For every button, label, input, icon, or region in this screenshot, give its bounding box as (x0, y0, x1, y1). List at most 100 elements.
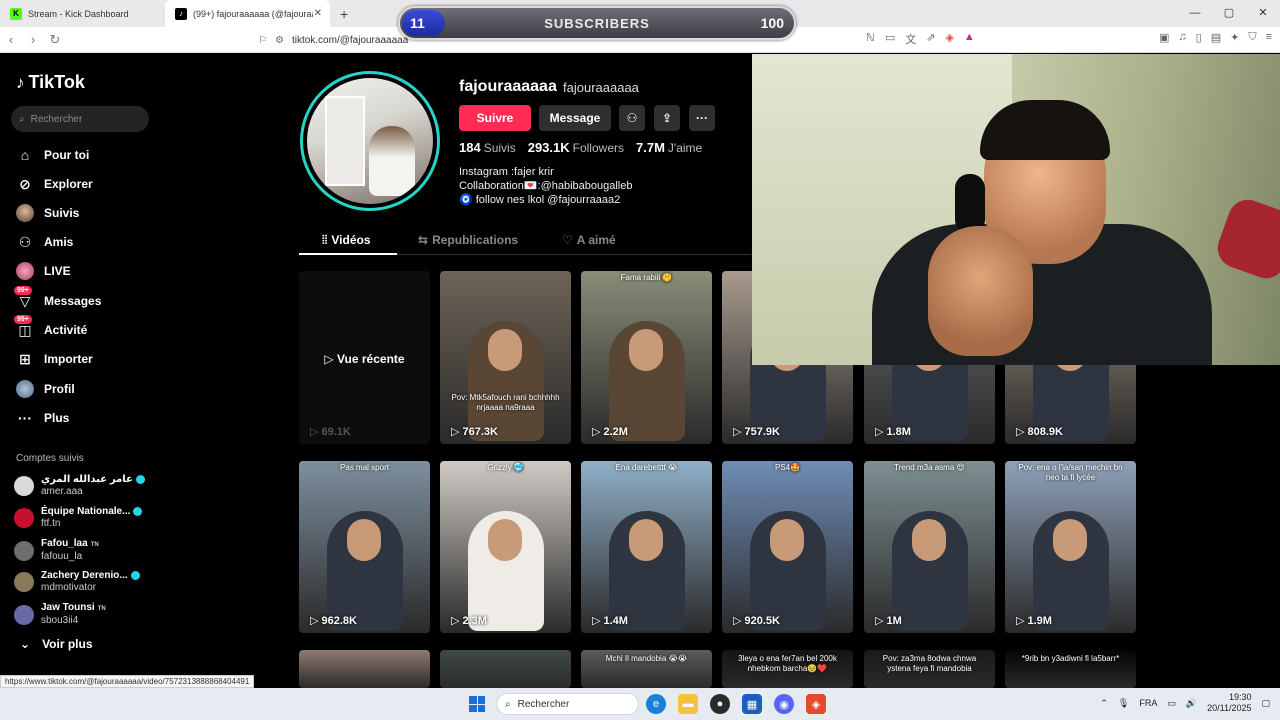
video-thumbnail[interactable] (299, 650, 430, 688)
edge-icon[interactable]: e (646, 694, 666, 714)
video-thumbnail[interactable]: Pas mal sport ▷ 962.8K (299, 461, 430, 633)
obs-icon[interactable]: ● (710, 694, 730, 714)
nav-live[interactable]: LIVE (16, 262, 71, 280)
chevron-up-icon[interactable]: ⌃ (1100, 698, 1108, 709)
url-text[interactable]: tiktok.com/@fajouraaaaaa (292, 35, 408, 46)
network-icon[interactable]: ▭ (1167, 698, 1176, 709)
language-indicator[interactable]: FRA (1139, 698, 1157, 708)
video-thumbnail[interactable]: Mchi Il mandobia 😭😭 (581, 650, 712, 688)
view-count-text: 920.5K (744, 614, 780, 627)
followed-account[interactable]: عامر عبدالله المري amer.aaa (14, 474, 145, 498)
nav-pour-toi[interactable]: ⌂ Pour toi (16, 146, 90, 164)
wallet-icon[interactable]: ▤ (1211, 31, 1221, 44)
video-thumbnail[interactable]: Grizzly 🥶 ▷ 2.3M (440, 461, 571, 633)
profile-avatar[interactable] (300, 71, 440, 211)
menu-icon[interactable]: ≡ (1266, 31, 1272, 44)
video-thumbnail[interactable]: ▷ Vue récente ▷ 69.1K (299, 271, 430, 444)
search-input[interactable]: ⌕ Rechercher (11, 106, 149, 132)
message-button[interactable]: Message (539, 105, 611, 131)
followed-account[interactable]: Équipe Nationale... ftf.tn (14, 506, 143, 530)
minimize-button[interactable]: — (1178, 0, 1212, 27)
vpn-icon[interactable]: ⛉ (1248, 31, 1256, 44)
followed-account[interactable]: Jaw Tounsi TN sbou3ii4 (14, 602, 106, 627)
video-thumbnail[interactable]: Pov: Mtk5afouch rani bchhhhh nrjaaaa na9… (440, 271, 571, 444)
close-window-button[interactable]: ✕ (1246, 0, 1280, 27)
country-tag: TN (97, 606, 106, 612)
sidebar-icon[interactable]: ▯ (1196, 31, 1202, 44)
translate-icon[interactable]: 文 (905, 31, 916, 47)
reader-icon[interactable]: ℕ (866, 31, 875, 47)
upload-icon: ⊞ (19, 350, 31, 367)
follow-button[interactable]: Suivre (459, 105, 531, 131)
new-tab-button[interactable]: + (330, 6, 358, 22)
notification-icon[interactable]: ▢ (1261, 698, 1270, 709)
view-count-text: 1.8M (886, 425, 911, 438)
windows-start-icon[interactable] (469, 696, 485, 712)
nav-amis[interactable]: ⚇ Amis (16, 233, 74, 251)
taskbar-search-input[interactable]: ⌕ Rechercher (496, 693, 639, 715)
bio-line[interactable]: Collaboration💌:@habibabougalleb (459, 179, 632, 193)
followed-account[interactable]: Fafou_laa TN fafouu_la (14, 538, 99, 563)
tab-republications[interactable]: ⇆ Republications (418, 233, 518, 247)
screenshot-icon[interactable]: ▭ (885, 31, 895, 47)
video-thumbnail[interactable]: Fama rabiii 🤫 ▷ 2.2M (581, 271, 712, 444)
suggested-accounts-icon[interactable]: ⚇ (619, 105, 645, 131)
tab-kick-dashboard[interactable]: K Stream - Kick Dashboard (0, 0, 165, 27)
video-thumbnail[interactable]: 3leya o ena fer7an bel 200k nhebkom barc… (722, 650, 853, 688)
view-count-text: 2.2M (603, 425, 628, 438)
clock[interactable]: 19:30 20/11/2025 (1207, 692, 1251, 714)
brave-rewards-icon[interactable]: ▲ (964, 31, 975, 47)
video-thumbnail[interactable]: Pov: za3ma 8odwa chnwa ystena feya fi ma… (864, 650, 995, 688)
followed-account[interactable]: Zachery Derenio... mdmotivator (14, 570, 140, 594)
followers-count: 293.1K (527, 140, 570, 155)
nav-messages[interactable]: ▽ 99+ Messages (14, 286, 101, 310)
more-options-icon[interactable]: ··· (689, 105, 715, 131)
microphone-icon[interactable]: 🎙 (1118, 698, 1129, 709)
forward-button[interactable]: › (22, 32, 44, 47)
nav-importer[interactable]: ⊞ Importer (16, 350, 93, 368)
music-icon[interactable]: ♫ (1178, 31, 1186, 44)
bio-line[interactable]: 🧿 follow nes lkol @fajourraaaa2 (459, 193, 632, 207)
nav-profil[interactable]: Profil (16, 380, 75, 398)
nav-plus[interactable]: ··· Plus (16, 409, 69, 427)
account-handle: fafouu_la (41, 551, 83, 562)
tab-liked[interactable]: ♡ A aimé (562, 233, 616, 247)
followers-stat[interactable]: 293.1K Followers (528, 140, 624, 155)
maximize-button[interactable]: ▢ (1212, 0, 1246, 27)
activity-icon: ◫ 99+ (14, 315, 34, 339)
share-profile-icon[interactable]: ⇪ (654, 105, 680, 131)
view-count-text: 1.9M (1027, 614, 1052, 627)
following-stat[interactable]: 184 Suivis (459, 140, 516, 155)
tab-videos[interactable]: ⦙⦙ Vidéos (322, 233, 371, 248)
video-thumbnail[interactable]: Pov: ena o l'ia/san mechin bn neo ta fi … (1005, 461, 1136, 633)
tiktok-logo[interactable]: ♪ TikTok (16, 72, 85, 93)
video-thumbnail[interactable]: *9rib bn y3adiwni fi la5barr* (1005, 650, 1136, 688)
video-thumbnail[interactable]: Ena darebetttt 😭 ▷ 1.4M (581, 461, 712, 633)
profile-stats: 184 Suivis 293.1K Followers 7.7M J'aime (459, 140, 702, 155)
video-thumbnail[interactable] (440, 650, 571, 688)
brave-icon[interactable]: ◈ (806, 694, 826, 714)
nav-activite[interactable]: ◫ 99+ Activité (14, 315, 87, 339)
back-button[interactable]: ‹ (0, 32, 22, 47)
store-icon[interactable]: ▦ (742, 694, 762, 714)
discord-icon[interactable]: ◉ (774, 694, 794, 714)
account-name: Jaw Tounsi (41, 602, 95, 613)
avatar (14, 540, 34, 561)
reload-button[interactable]: ↻ (44, 32, 66, 48)
file-explorer-icon[interactable]: ▬ (678, 694, 698, 714)
leo-icon[interactable]: ✦ (1230, 31, 1239, 44)
close-tab-icon[interactable]: ✕ (314, 8, 322, 19)
see-more-button[interactable]: ⌄ Voir plus (20, 637, 93, 651)
site-info-icon[interactable]: ⚙ (275, 35, 284, 46)
tab-tiktok-profile[interactable]: ♪ (99+) fajouraaaaaa (@fajouraaaaaa ✕ (165, 0, 330, 27)
brave-shield-icon[interactable]: ◈ (945, 31, 953, 47)
bookmark-icon[interactable]: ⚐ (258, 35, 267, 46)
nav-suivis[interactable]: Suivis (16, 204, 79, 222)
video-thumbnail[interactable]: PS4🤩 ▷ 920.5K (722, 461, 853, 633)
video-caption: Pov: ena o l'ia/san mechin bn neo ta fi … (1018, 463, 1123, 482)
tab-search-icon[interactable]: ▣ (1159, 31, 1169, 44)
share-icon[interactable]: ⇗ (926, 31, 935, 47)
volume-icon[interactable]: 🔊 (1186, 698, 1197, 709)
video-thumbnail[interactable]: Trend m3a asma 😍 ▷ 1M (864, 461, 995, 633)
nav-explorer[interactable]: ⊘ Explorer (16, 175, 93, 193)
